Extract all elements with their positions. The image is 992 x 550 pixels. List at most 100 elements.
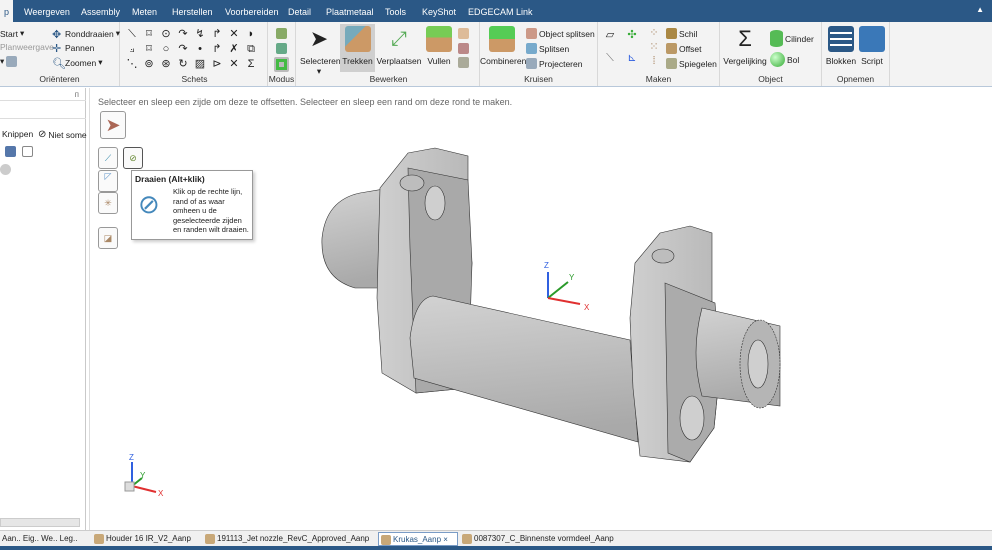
split-button[interactable]: Splitsen bbox=[526, 43, 569, 54]
document-tab[interactable]: Houder 16 IR_V2_Aanp bbox=[92, 532, 191, 546]
component-icon[interactable] bbox=[5, 146, 16, 157]
move-button[interactable]: ⤢ Verplaatsen bbox=[376, 24, 422, 66]
arc-icon[interactable]: ↷ bbox=[177, 28, 189, 40]
cylinder-button[interactable]: Cilinder bbox=[770, 30, 814, 47]
pan-button[interactable]: ✛ Pannen bbox=[52, 42, 95, 56]
plane-icon[interactable]: ▱ bbox=[604, 29, 616, 41]
axis-line-icon[interactable]: ⟍ bbox=[604, 52, 616, 64]
tab-edgecam-link[interactable]: EDGECAM Link bbox=[464, 0, 537, 22]
cursor-icon: ➤ bbox=[309, 26, 329, 51]
line-icon[interactable]: ⟍ bbox=[126, 28, 138, 40]
tangent-line-icon[interactable]: ⟓ bbox=[126, 43, 138, 55]
start-button[interactable]: Start ▾ bbox=[0, 28, 24, 39]
document-tab[interactable]: 191113_Jet nozzle_RevC_Approved_Aanp bbox=[203, 532, 369, 546]
panel-tabs[interactable]: Aan.. Eig.. We.. Leg.. bbox=[0, 532, 77, 546]
3d-viewport[interactable]: Selecteer en sleep een zijde om deze te … bbox=[89, 88, 992, 530]
face-curve-icon[interactable]: ▨ bbox=[194, 58, 206, 70]
rectangle-icon[interactable]: ⌑ bbox=[143, 28, 155, 40]
clip-button[interactable]: Knippen bbox=[2, 129, 33, 139]
layout-icon[interactable] bbox=[22, 146, 33, 157]
body-icon[interactable] bbox=[0, 164, 11, 175]
spin-button[interactable]: ✥ Ronddraaien ▾ bbox=[52, 28, 120, 41]
ellipse-icon[interactable]: ⊚ bbox=[143, 58, 155, 70]
fill-pattern-icon[interactable]: ⁞ bbox=[648, 55, 660, 67]
equation-icon[interactable]: Σ bbox=[245, 58, 257, 70]
tab-detail[interactable]: Detail bbox=[284, 0, 315, 22]
bend-icon[interactable]: ⊳ bbox=[211, 58, 223, 70]
circle-icon[interactable]: ⊙ bbox=[160, 28, 172, 40]
intersection-icon[interactable]: ✕ bbox=[228, 58, 240, 70]
ellipse-arc-icon[interactable]: ◗ bbox=[245, 28, 257, 40]
spline-icon[interactable]: ↯ bbox=[194, 28, 206, 40]
tab-repair[interactable]: Herstellen bbox=[168, 0, 217, 22]
equation-button[interactable]: Σ Vergelijking bbox=[722, 24, 768, 66]
offset-button[interactable]: Offset bbox=[666, 43, 702, 54]
blocks-button[interactable]: Blokken bbox=[824, 24, 858, 66]
construction-line-icon[interactable]: ⋱ bbox=[126, 58, 138, 70]
split-body-button[interactable]: Object splitsen bbox=[526, 28, 595, 39]
offset-icon bbox=[666, 43, 677, 54]
select-button[interactable]: ➤ Selecteren ▾ bbox=[300, 24, 341, 77]
tab-tools[interactable]: Tools bbox=[381, 0, 410, 22]
not-some-button[interactable]: ⊘ Niet some bbox=[38, 129, 87, 140]
close-tab-icon[interactable]: × bbox=[443, 535, 448, 544]
polygon-icon[interactable]: ⊛ bbox=[160, 58, 172, 70]
3d-mode-icon[interactable] bbox=[274, 57, 289, 72]
offset-curve-icon[interactable]: ↱ bbox=[211, 43, 223, 55]
zoom-button[interactable]: 🔍︎ Zoomen ▾ bbox=[52, 57, 102, 70]
document-tab-bar: Aan.. Eig.. We.. Leg.. Houder 16 IR_V2_A… bbox=[0, 530, 992, 546]
view-button[interactable]: ▾ bbox=[0, 56, 18, 67]
status-strip bbox=[0, 546, 992, 550]
fill-button[interactable]: Vullen bbox=[424, 24, 454, 66]
combine-button[interactable]: Combineren bbox=[480, 24, 526, 66]
document-tab[interactable]: 0087307_C_Binnenste vormdeel_Aanp bbox=[460, 532, 614, 546]
horizontal-scrollbar[interactable] bbox=[0, 518, 80, 527]
trim-icon[interactable]: ✕ bbox=[228, 28, 240, 40]
spin-label: Ronddraaien bbox=[65, 28, 114, 39]
tab-prepare[interactable]: Voorbereiden bbox=[221, 0, 283, 22]
blend-icon[interactable] bbox=[458, 28, 469, 39]
pin-icon[interactable]: ᴨ bbox=[75, 90, 79, 99]
linear-pattern-icon[interactable]: ⁘ bbox=[648, 27, 660, 39]
shell-button[interactable]: Schil bbox=[666, 28, 697, 39]
plan-view-button[interactable]: Planweergave bbox=[0, 42, 54, 52]
sphere-button[interactable]: Bol bbox=[770, 52, 799, 67]
group-orient: Start ▾ Planweergave ▾ ✥ Ronddraaien ▾ ✛ P… bbox=[0, 22, 120, 86]
tab-view[interactable]: Weergeven bbox=[20, 0, 74, 22]
fill-icon bbox=[426, 26, 452, 52]
collapse-ribbon-icon[interactable]: ▲ bbox=[976, 5, 984, 14]
pull-button[interactable]: Trekken bbox=[340, 24, 375, 72]
tab-home[interactable]: p bbox=[0, 0, 14, 22]
replace-icon[interactable] bbox=[458, 43, 469, 54]
document-tab-active[interactable]: Krukas_Aanp × bbox=[378, 532, 458, 546]
tab-measure[interactable]: Meten bbox=[128, 0, 161, 22]
split-line-icon[interactable]: ✗ bbox=[228, 43, 240, 55]
sphere-icon bbox=[770, 52, 785, 67]
tangent-arc-icon[interactable]: ↱ bbox=[211, 28, 223, 40]
tab-sheet-metal[interactable]: Plaatmetaal bbox=[322, 0, 378, 22]
tab-assembly[interactable]: Assembly bbox=[77, 0, 124, 22]
circular-pattern-icon[interactable]: ⁙ bbox=[648, 41, 660, 53]
script-button[interactable]: Script bbox=[858, 24, 886, 66]
tweak-icon[interactable] bbox=[458, 57, 469, 68]
document-tab-label: 191113_Jet nozzle_RevC_Approved_Aanp bbox=[217, 534, 370, 543]
group-label-sketch: Schets bbox=[181, 74, 208, 84]
project-button[interactable]: Projecteren bbox=[526, 58, 582, 69]
mirror-button[interactable]: Spiegelen bbox=[666, 58, 717, 69]
origin-icon[interactable]: ⊾ bbox=[626, 52, 638, 64]
three-point-circle-icon[interactable]: ○ bbox=[160, 43, 172, 55]
sketch-mode-icon[interactable] bbox=[276, 28, 287, 39]
project-icon[interactable]: ⧉ bbox=[245, 43, 257, 55]
view-axes-triad[interactable]: Z Y X bbox=[120, 450, 170, 500]
three-point-arc-icon[interactable]: ↻ bbox=[177, 58, 189, 70]
tab-keyshot[interactable]: KeyShot bbox=[418, 0, 460, 22]
offset-label: Offset bbox=[679, 43, 702, 54]
point-icon[interactable]: ✣ bbox=[626, 29, 638, 41]
point-icon[interactable]: • bbox=[194, 43, 206, 55]
group-label-edit: Bewerken bbox=[369, 74, 408, 84]
section-mode-icon[interactable] bbox=[276, 43, 287, 54]
three-point-rect-icon[interactable]: ⌑ bbox=[143, 43, 155, 55]
pan-label: Pannen bbox=[65, 42, 95, 53]
split-body-label: Object splitsen bbox=[539, 28, 595, 39]
sweep-arc-icon[interactable]: ↷ bbox=[177, 43, 189, 55]
